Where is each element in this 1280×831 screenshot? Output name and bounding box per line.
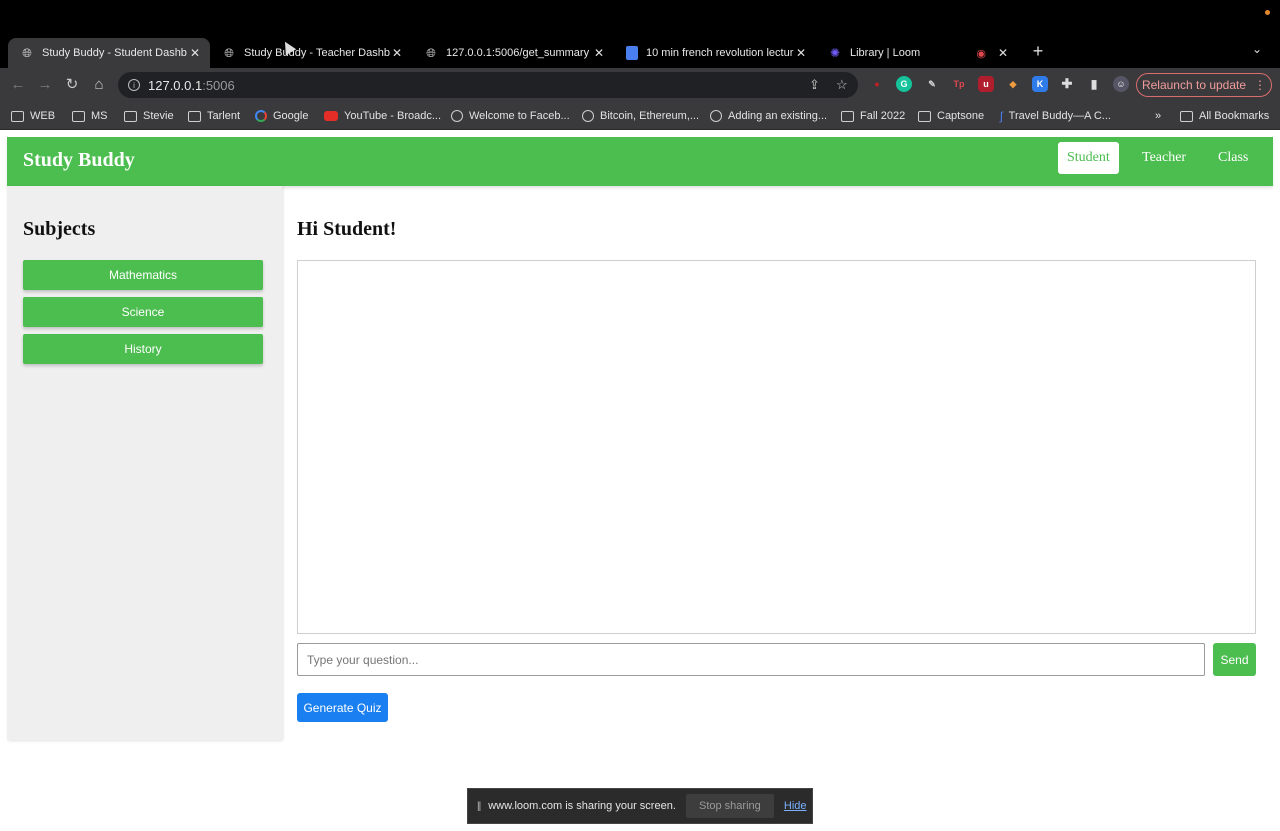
tab-bar: 🌐︎ Study Buddy - Student Dashb ✕ 🌐︎ Stud… [0,36,1280,68]
tab-get-summary[interactable]: 🌐︎ 127.0.0.1:5006/get_summary ✕ [412,38,614,68]
page-title: Hi Student! [297,218,397,240]
loom-icon: ✺ [829,46,841,60]
share-message: www.loom.com is sharing your screen. [488,800,676,812]
bookmarks-bar: WEB MS Stevie Tarlent Google YouTube - B… [0,102,1280,130]
folder-icon [918,110,931,122]
app-navbar: Study Buddy Student Teacher Class [7,137,1273,186]
nav-student[interactable]: Student [1058,142,1119,174]
forward-icon[interactable]: → [34,74,56,96]
youtube-icon [324,111,338,121]
tab-search-icon[interactable]: ⌄ [1252,42,1262,56]
relaunch-button[interactable]: Relaunch to update ⋮ [1136,73,1272,97]
bookmark-fall-2022[interactable]: Fall 2022 [841,108,905,124]
close-icon[interactable]: ✕ [390,46,404,60]
question-input[interactable] [297,643,1205,676]
close-icon[interactable]: ✕ [996,46,1010,60]
share-icon[interactable]: ⇪ [809,77,820,93]
home-icon[interactable]: ⌂ [88,74,110,96]
window-title-strip [0,0,1280,36]
google-icon [255,110,267,122]
close-icon[interactable]: ✕ [188,46,202,60]
address-bar[interactable]: i 127.0.0.1:5006 [118,72,858,98]
bookmark-star-icon[interactable]: ☆ [836,77,848,93]
folder-icon [841,110,854,122]
reload-icon[interactable]: ↻ [61,74,83,96]
bookmark-tarlent[interactable]: Tarlent [188,108,240,124]
nav-teacher[interactable]: Teacher [1133,142,1195,174]
chat-output-box [297,260,1256,634]
link-icon: ʃ [1000,109,1003,123]
folder-icon [11,110,24,122]
side-panel-icon[interactable]: ▮ [1086,76,1102,92]
extensions-puzzle-icon[interactable]: ✚ [1059,76,1075,92]
globe-icon [451,110,463,122]
k-extension-icon[interactable]: K [1032,76,1048,92]
tp-extension-icon[interactable]: Tp [951,76,967,92]
back-icon[interactable]: ← [7,74,29,96]
new-tab-button[interactable]: + [1028,40,1048,62]
hide-link[interactable]: Hide [784,800,807,812]
tab-student-dashboard[interactable]: 🌐︎ Study Buddy - Student Dashb ✕ [8,38,210,68]
bookmarks-overflow-button[interactable]: » [1155,108,1161,124]
metamask-icon[interactable]: ◆ [1005,76,1021,92]
stop-sharing-button[interactable]: Stop sharing [685,794,774,818]
bookmark-ms[interactable]: MS [72,108,108,124]
subjects-sidebar: Subjects Mathematics Science History [7,186,282,740]
nav-class[interactable]: Class [1209,142,1257,174]
profile-avatar-icon[interactable]: ☺ [1113,76,1129,92]
folder-icon [72,110,85,122]
bookmark-google[interactable]: Google [255,108,308,124]
globe-icon: 🌐︎ [22,45,32,60]
tab-loom-library[interactable]: ✺ Library | Loom ◉ ✕ [816,38,1018,68]
bookmark-web[interactable]: WEB [11,108,55,124]
bookmark-bitcoin[interactable]: Bitcoin, Ethereum,... [582,108,699,124]
site-info-icon[interactable]: i [128,79,140,91]
subject-mathematics-button[interactable]: Mathematics [23,260,263,290]
bookmark-stevie[interactable]: Stevie [124,108,174,124]
pen-extension-icon[interactable]: ✎ [924,76,940,92]
folder-icon [1180,110,1193,122]
send-button[interactable]: Send [1213,643,1256,676]
sidebar-title: Subjects [23,218,96,240]
bookmark-travel-buddy[interactable]: ʃ Travel Buddy—A C... [1000,108,1111,124]
bookmark-youtube[interactable]: YouTube - Broadc... [324,108,441,124]
recording-icon: ◉ [976,47,986,60]
close-icon[interactable]: ✕ [592,46,606,60]
tab-teacher-dashboard[interactable]: 🌐︎ Study Buddy - Teacher Dashb ✕ [210,38,412,68]
browser-toolbar: ← → ↻ ⌂ i 127.0.0.1:5006 ⇪ ☆ ● G ✎ Tp u … [0,68,1280,102]
more-vertical-icon[interactable]: ⋮ [1254,78,1266,92]
app-brand[interactable]: Study Buddy [23,149,135,172]
grammarly-icon[interactable]: G [896,76,912,92]
folder-icon [124,110,137,122]
web-page: Study Buddy Student Teacher Class Subjec… [0,130,1280,831]
drag-handle-icon[interactable]: || [477,801,481,812]
close-icon[interactable]: ✕ [794,46,808,60]
all-bookmarks-button[interactable]: All Bookmarks [1180,108,1269,124]
bookmark-github[interactable]: Adding an existing... [710,108,827,124]
screen-share-banner: || www.loom.com is sharing your screen. … [467,788,813,824]
extension-red-icon[interactable]: ● [869,76,885,92]
tab-french-revolution-doc[interactable]: 10 min french revolution lectur ✕ [614,38,816,68]
bookmark-captsone[interactable]: Captsone [918,108,984,124]
doc-icon [626,46,638,60]
folder-icon [188,110,201,122]
generate-quiz-button[interactable]: Generate Quiz [297,693,388,722]
bookmark-facebook[interactable]: Welcome to Faceb... [451,108,570,124]
github-icon [710,110,722,122]
globe-icon [582,110,594,122]
globe-icon: 🌐︎ [426,45,436,60]
ublock-icon[interactable]: u [978,76,994,92]
subject-science-button[interactable]: Science [23,297,263,327]
subject-history-button[interactable]: History [23,334,263,364]
recording-indicator [1265,10,1270,15]
globe-icon: 🌐︎ [224,45,234,60]
